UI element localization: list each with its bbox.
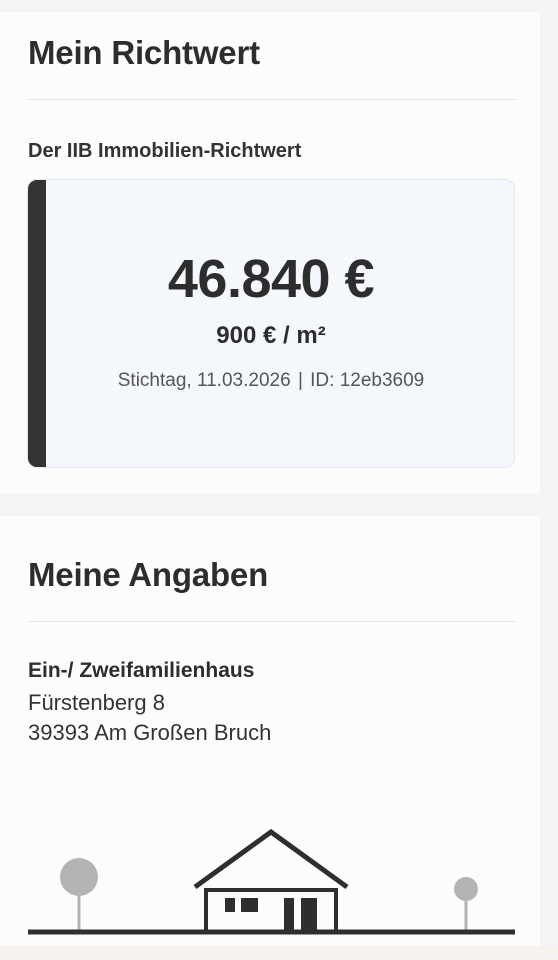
price-per-sqm: 900 € / m² (216, 322, 326, 349)
richtwert-value-box: 46.840 € 900 € / m² Stichtag, 11.03.2026… (27, 179, 515, 468)
richtwert-price: 46.840 € (167, 249, 375, 309)
richtwert-meta: Stichtag, 11.03.2026 | ID: 12eb3609 (28, 370, 514, 392)
richtwert-card: Mein Richtwert Der IIB Immobilien-Richtw… (0, 12, 540, 494)
angaben-card: Meine Angaben Ein-/ Zweifamilienhaus Für… (0, 516, 540, 946)
tree-right-icon (454, 877, 478, 931)
address-city: 39393 Am Großen Bruch (28, 720, 272, 745)
bottom-strip (0, 946, 558, 960)
richtwert-id: ID: 12eb3609 (310, 370, 425, 391)
stichtag-date: Stichtag, 11.03.2026 (117, 370, 291, 391)
address-street: Fürstenberg 8 (28, 690, 165, 715)
richtwert-subtitle: Der IIB Immobilien-Richtwert (28, 140, 302, 162)
house-icon (193, 828, 349, 930)
divider (28, 99, 516, 100)
angaben-title: Meine Angaben (28, 556, 269, 593)
divider (28, 621, 516, 622)
property-type: Ein-/ Zweifamilienhaus (28, 659, 255, 682)
richtwert-title: Mein Richtwert (28, 34, 260, 71)
meta-separator: | (297, 370, 303, 391)
house-with-trees-illustration (28, 828, 515, 935)
tree-left-icon (60, 858, 98, 931)
